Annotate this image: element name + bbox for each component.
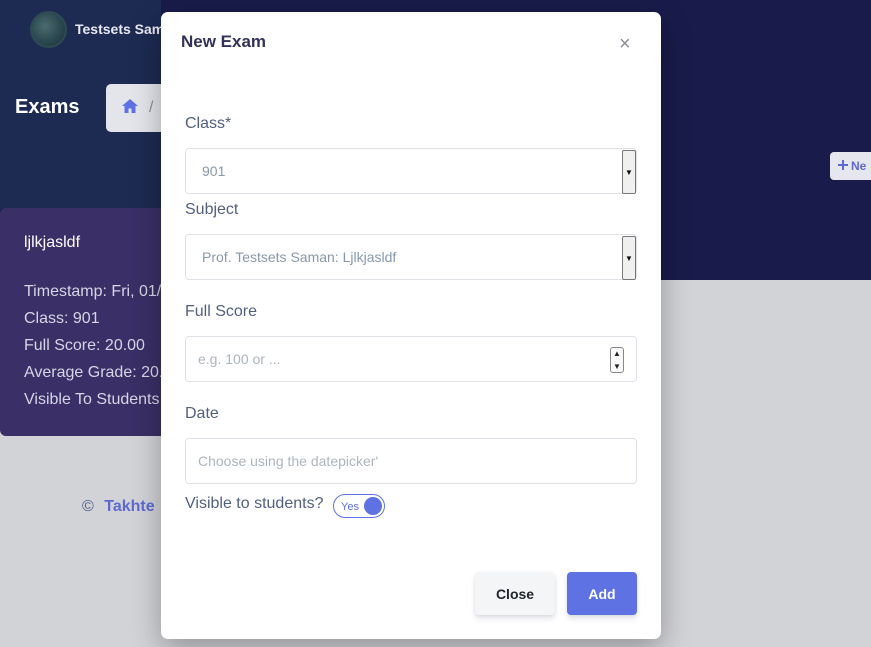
caret-down-icon[interactable]: ▼	[622, 150, 636, 194]
full-score-label: Full Score	[185, 303, 258, 320]
class-select-value: 901	[202, 163, 226, 179]
class-label: Class*	[185, 115, 232, 132]
visible-to-students-toggle[interactable]: Yes	[333, 494, 385, 518]
full-score-placeholder: e.g. 100 or ...	[198, 351, 281, 367]
toggle-text: Yes	[341, 501, 359, 513]
subject-label: Subject	[185, 201, 239, 218]
modal-title: New Exam	[181, 32, 267, 51]
class-select[interactable]: 901 ▼	[185, 148, 637, 194]
spinner-arrows-icon[interactable]: ▲ ▼	[610, 347, 624, 373]
caret-down-icon[interactable]: ▼	[622, 236, 636, 280]
visible-to-students-label: Visible to students?	[185, 495, 324, 512]
toggle-knob	[364, 497, 382, 515]
new-exam-modal: New Exam × Class* 901 ▼ Subject Prof. Te…	[161, 12, 661, 639]
full-score-input[interactable]: e.g. 100 or ... ▲ ▼	[185, 336, 637, 382]
close-icon[interactable]: ×	[619, 34, 631, 54]
date-label: Date	[185, 405, 219, 422]
date-input[interactable]: Choose using the datepicker'	[185, 438, 637, 484]
subject-select[interactable]: Prof. Testsets Saman: Ljlkjasldf ▼	[185, 234, 637, 280]
subject-select-value: Prof. Testsets Saman: Ljlkjasldf	[202, 249, 397, 265]
close-button[interactable]: Close	[475, 572, 555, 615]
add-button[interactable]: Add	[567, 572, 637, 615]
date-placeholder: Choose using the datepicker'	[198, 453, 379, 469]
